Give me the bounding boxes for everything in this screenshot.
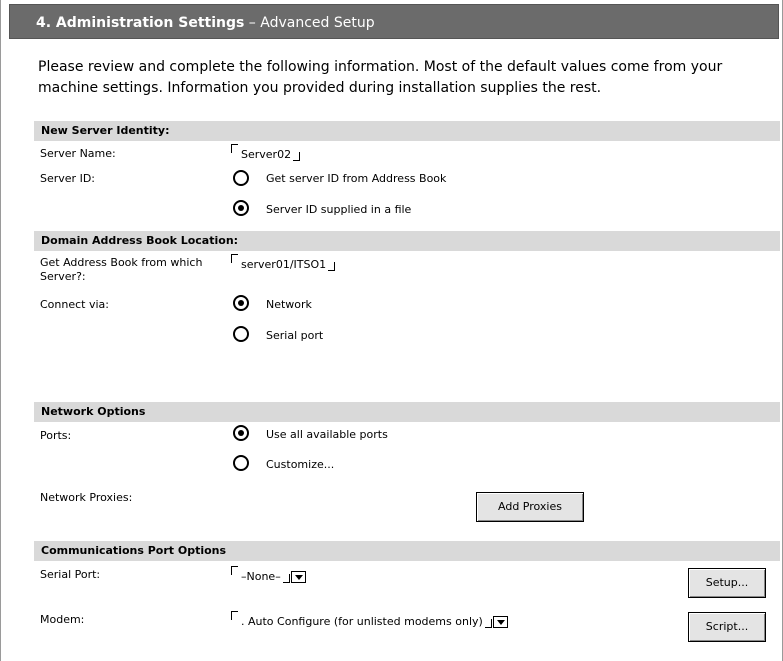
modem-label: Modem:	[40, 613, 85, 626]
radio-connect-network[interactable]	[233, 295, 249, 311]
address-book-server-label: Get Address Book from which Server?:	[40, 256, 203, 283]
network-proxies-label: Network Proxies:	[40, 491, 133, 504]
radio-label-ports-customize: Customize...	[266, 458, 335, 471]
setup-window: 4. Administration Settings – Advanced Se…	[0, 0, 783, 661]
radio-ports-customize[interactable]	[233, 455, 249, 471]
field-bracket-icon	[484, 619, 492, 628]
field-bracket-icon	[293, 152, 301, 161]
modem-value: . Auto Configure (for unlisted modems on…	[241, 615, 483, 628]
field-bracket-icon	[282, 574, 290, 583]
intro-text: Please review and complete the following…	[38, 59, 723, 96]
server-id-label: Server ID:	[40, 172, 95, 185]
server-name-label: Server Name:	[40, 147, 116, 160]
script-button[interactable]: Script...	[688, 612, 766, 642]
step-title: 4. Administration Settings	[36, 15, 245, 31]
radio-ports-all[interactable]	[233, 425, 249, 441]
section-header-server-identity: New Server Identity:	[34, 121, 780, 141]
section-header-network-options: Network Options	[34, 402, 780, 422]
serial-port-value: –None–	[241, 570, 281, 583]
address-book-server-value: server01/ITSO1	[241, 258, 327, 271]
connect-via-label: Connect via:	[40, 298, 109, 311]
field-bracket-icon	[231, 611, 238, 620]
chevron-down-icon[interactable]	[290, 571, 306, 583]
section-header-domain-address-book: Domain Address Book Location:	[34, 231, 780, 251]
radio-label-server-id-address-book: Get server ID from Address Book	[266, 172, 447, 185]
radio-server-id-file[interactable]	[233, 200, 249, 216]
chevron-down-icon[interactable]	[492, 616, 508, 628]
section-header-comm-port-options: Communications Port Options	[34, 541, 780, 561]
field-bracket-icon	[328, 262, 336, 271]
ports-label: Ports:	[40, 429, 72, 442]
server-name-field[interactable]: Server02	[231, 144, 301, 161]
step-subtitle: – Advanced Setup	[244, 15, 375, 31]
add-proxies-button[interactable]: Add Proxies	[476, 492, 584, 522]
radio-label-connect-serial: Serial port	[266, 329, 324, 342]
address-book-server-field[interactable]: server01/ITSO1	[231, 254, 336, 271]
radio-label-connect-network: Network	[266, 298, 312, 311]
field-bracket-icon	[231, 144, 238, 153]
server-name-value: Server02	[241, 148, 292, 161]
radio-server-id-address-book[interactable]	[233, 170, 249, 186]
page-title: 4. Administration Settings – Advanced Se…	[36, 15, 375, 31]
serial-port-select[interactable]: –None–	[231, 566, 306, 583]
radio-connect-serial[interactable]	[233, 326, 249, 342]
field-bracket-icon	[231, 254, 238, 263]
radio-label-ports-all: Use all available ports	[266, 428, 388, 441]
modem-select[interactable]: . Auto Configure (for unlisted modems on…	[231, 611, 508, 628]
serial-port-label: Serial Port:	[40, 568, 101, 581]
radio-label-server-id-file: Server ID supplied in a file	[266, 203, 412, 216]
setup-button[interactable]: Setup...	[688, 568, 766, 598]
title-bar: 4. Administration Settings – Advanced Se…	[9, 4, 779, 39]
field-bracket-icon	[231, 566, 238, 575]
